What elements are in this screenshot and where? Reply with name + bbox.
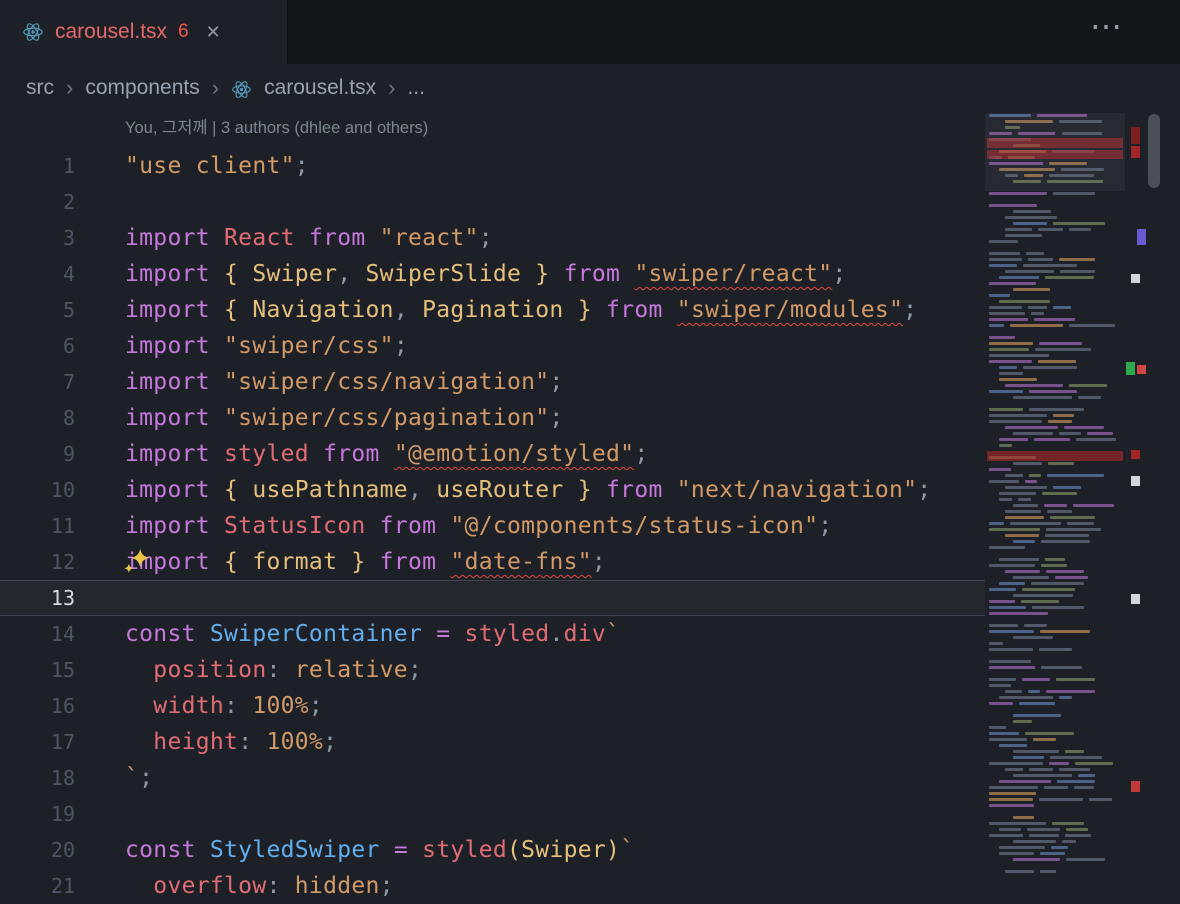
- code-line[interactable]: 4 import { Swiper, SwiperSlide } from "sw…: [0, 256, 985, 292]
- overview-ruler: [1125, 0, 1146, 880]
- line-number[interactable]: 4: [0, 256, 75, 292]
- code-line[interactable]: 14 const SwiperContainer = styled.div`: [0, 616, 985, 652]
- code-text: const SwiperContainer = styled.div`: [125, 616, 620, 652]
- line-number[interactable]: 17: [0, 724, 75, 760]
- line-number[interactable]: 8: [0, 400, 75, 436]
- code-line[interactable]: 21 overflow: hidden;: [0, 868, 985, 904]
- code-text: import { usePathname, useRouter } from "…: [125, 472, 931, 508]
- code-line[interactable]: 18 `;: [0, 760, 985, 796]
- breadcrumb-src[interactable]: src: [26, 76, 54, 100]
- code-text: const StyledSwiper = styled(Swiper)`: [125, 832, 634, 868]
- scrollbar[interactable]: [1146, 0, 1162, 880]
- code-line[interactable]: 7 import "swiper/css/navigation";: [0, 364, 985, 400]
- code-line[interactable]: 10 import { usePathname, useRouter } from…: [0, 472, 985, 508]
- code-line[interactable]: 2: [0, 184, 985, 220]
- code-line[interactable]: 3 import React from "react";: [0, 220, 985, 256]
- code-line[interactable]: 11 import StatusIcon from "@/components/s…: [0, 508, 985, 544]
- chevron-right-icon: ›: [388, 75, 395, 101]
- breadcrumb-file[interactable]: carousel.tsx: [264, 76, 376, 100]
- react-icon: [22, 21, 44, 43]
- code-text: import "swiper/css/navigation";: [125, 364, 564, 400]
- code-text: import { Navigation, Pagination } from "…: [125, 292, 917, 328]
- code-line[interactable]: 19: [0, 796, 985, 832]
- editor-area[interactable]: 1 "use client"; 23 import React from "react…: [0, 148, 985, 904]
- code-text: import StatusIcon from "@/components/sta…: [125, 508, 832, 544]
- breadcrumb-components[interactable]: components: [85, 76, 199, 100]
- code-text: position: relative;: [125, 652, 422, 688]
- tab-title: carousel.tsx: [55, 20, 167, 44]
- code-text: import React from "react";: [125, 220, 493, 256]
- line-number[interactable]: 21: [0, 868, 75, 904]
- line-number[interactable]: 12: [0, 544, 75, 580]
- line-number[interactable]: 11: [0, 508, 75, 544]
- tab-problem-count: 6: [178, 21, 189, 43]
- overview-mark: [1131, 127, 1140, 144]
- overview-mark: [1131, 146, 1140, 158]
- code-line[interactable]: 1 "use client";: [0, 148, 985, 184]
- chevron-right-icon: ›: [66, 75, 73, 101]
- code-line[interactable]: 13: [0, 580, 985, 616]
- code-line[interactable]: 15 position: relative;: [0, 652, 985, 688]
- code-text: import "swiper/css";: [125, 328, 408, 364]
- close-icon[interactable]: ✕: [206, 22, 221, 43]
- code-line[interactable]: 6 import "swiper/css";: [0, 328, 985, 364]
- code-text: import { format } from "date-fns";: [125, 544, 606, 580]
- line-number[interactable]: 3: [0, 220, 75, 256]
- blame-annotation[interactable]: You, 그저께 | 3 authors (dhlee and others): [125, 112, 428, 148]
- line-number[interactable]: 6: [0, 328, 75, 364]
- minimap-error-row: [987, 451, 1123, 461]
- line-number[interactable]: 10: [0, 472, 75, 508]
- minimap-slider[interactable]: [985, 113, 1125, 191]
- code-line[interactable]: 9 import styled from "@emotion/styled";: [0, 436, 985, 472]
- code-text: `;: [125, 760, 153, 796]
- line-number[interactable]: 7: [0, 364, 75, 400]
- overview-mark: [1131, 781, 1140, 792]
- code-text: import "swiper/css/pagination";: [125, 400, 564, 436]
- tab-carousel[interactable]: carousel.tsx 6 ✕: [0, 0, 288, 64]
- code-text: "use client";: [125, 148, 309, 184]
- overview-mark: [1137, 229, 1146, 245]
- code-line[interactable]: 17 height: 100%;: [0, 724, 985, 760]
- code-text: import styled from "@emotion/styled";: [125, 436, 648, 472]
- line-number[interactable]: 13: [0, 580, 75, 616]
- overview-mark: [1131, 476, 1140, 486]
- overview-mark: [1131, 594, 1140, 604]
- overview-mark: [1137, 365, 1146, 374]
- line-number[interactable]: 18: [0, 760, 75, 796]
- line-number[interactable]: 1: [0, 148, 75, 184]
- line-number[interactable]: 2: [0, 184, 75, 220]
- sparkle-icon[interactable]: [122, 546, 152, 581]
- overview-mark: [1126, 362, 1135, 375]
- breadcrumb-symbol[interactable]: ...: [407, 76, 425, 100]
- code-line[interactable]: 5 import { Navigation, Pagination } from …: [0, 292, 985, 328]
- line-number[interactable]: 5: [0, 292, 75, 328]
- overview-mark: [1131, 274, 1140, 283]
- code-text: height: 100%;: [125, 724, 337, 760]
- line-number[interactable]: 19: [0, 796, 75, 832]
- line-number[interactable]: 20: [0, 832, 75, 868]
- line-number[interactable]: 16: [0, 688, 75, 724]
- code-line[interactable]: 16 width: 100%;: [0, 688, 985, 724]
- line-number[interactable]: 15: [0, 652, 75, 688]
- scrollbar-thumb[interactable]: [1148, 114, 1160, 188]
- code-text: import { Swiper, SwiperSlide } from "swi…: [125, 256, 847, 292]
- minimap[interactable]: [985, 0, 1125, 880]
- overview-mark: [1131, 450, 1140, 459]
- code-text: overflow: hidden;: [125, 868, 394, 904]
- chevron-right-icon: ›: [212, 75, 219, 101]
- line-number[interactable]: 14: [0, 616, 75, 652]
- code-text: width: 100%;: [125, 688, 323, 724]
- code-line[interactable]: 8 import "swiper/css/pagination";: [0, 400, 985, 436]
- code-line[interactable]: 20 const StyledSwiper = styled(Swiper)`: [0, 832, 985, 868]
- react-icon: [231, 79, 252, 100]
- line-number[interactable]: 9: [0, 436, 75, 472]
